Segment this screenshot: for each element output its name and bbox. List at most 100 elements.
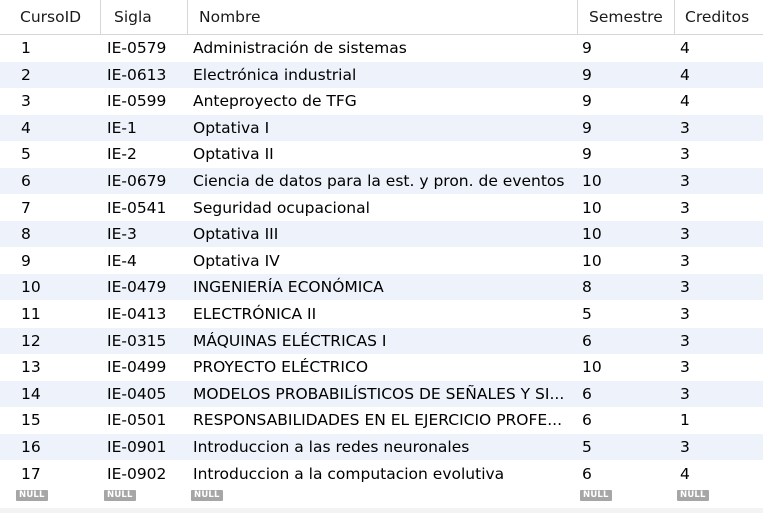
cell-cursoid[interactable]: 10 (21, 274, 41, 300)
cell-creditos[interactable]: 3 (680, 274, 690, 300)
table-row[interactable]: 12 IE-0315 MÁQUINAS ELÉCTRICAS I 6 3 (0, 327, 763, 354)
cell-cursoid[interactable]: 7 (21, 195, 31, 221)
cell-sigla[interactable]: IE-0901 (107, 434, 166, 460)
cell-semestre[interactable]: 8 (582, 274, 592, 300)
table-row[interactable]: 11 IE-0413 ELECTRÓNICA II 5 3 (0, 301, 763, 327)
cell-sigla[interactable]: IE-0479 (107, 274, 166, 300)
cell-semestre[interactable]: 10 (582, 195, 602, 221)
cell-nombre[interactable]: Optativa I (193, 115, 269, 141)
cell-sigla[interactable]: IE-3 (107, 221, 137, 247)
cell-cursoid[interactable]: 15 (21, 407, 41, 433)
cell-nombre[interactable]: Optativa III (193, 221, 278, 247)
table-row[interactable]: 2 IE-0613 Electrónica industrial 9 4 (0, 61, 763, 88)
table-row[interactable]: 10 IE-0479 INGENIERÍA ECONÓMICA 8 3 (0, 274, 763, 301)
table-row[interactable]: 7 IE-0541 Seguridad ocupacional 10 3 (0, 195, 763, 221)
cell-nombre[interactable]: Optativa IV (193, 248, 280, 274)
cell-cursoid[interactable]: 11 (21, 301, 41, 327)
cell-cursoid[interactable]: 5 (21, 141, 31, 167)
cell-creditos[interactable]: 3 (680, 354, 690, 380)
new-row[interactable]: NULL NULL NULL NULL NULL (0, 482, 763, 508)
cell-sigla[interactable]: IE-1 (107, 115, 137, 141)
cell-nombre[interactable]: RESPONSABILIDADES EN EL EJERCICIO PROFE.… (193, 407, 562, 433)
cell-creditos[interactable]: 3 (680, 328, 690, 354)
cell-sigla[interactable]: IE-0315 (107, 328, 166, 354)
cell-semestre[interactable]: 6 (582, 328, 592, 354)
cell-sigla[interactable]: IE-0613 (107, 62, 166, 88)
cell-cursoid[interactable]: 13 (21, 354, 41, 380)
cell-sigla[interactable]: IE-4 (107, 248, 137, 274)
cell-sigla[interactable]: IE-0405 (107, 381, 166, 407)
table-row[interactable]: 13 IE-0499 PROYECTO ELÉCTRICO 10 3 (0, 354, 763, 380)
column-header-cursoid[interactable]: CursoID (0, 0, 101, 34)
column-header-nombre[interactable]: Nombre (188, 0, 578, 34)
table-row[interactable]: 4 IE-1 Optativa I 9 3 (0, 114, 763, 141)
cell-semestre[interactable]: 9 (582, 62, 592, 88)
cell-cursoid[interactable]: 8 (21, 221, 31, 247)
cell-semestre[interactable]: 6 (582, 407, 592, 433)
cell-semestre[interactable]: 5 (582, 434, 592, 460)
cell-semestre[interactable]: 10 (582, 354, 602, 380)
cell-cursoid[interactable]: 4 (21, 115, 31, 141)
cell-cursoid[interactable]: 14 (21, 381, 41, 407)
column-header-creditos[interactable]: Creditos (675, 0, 763, 34)
cell-nombre[interactable]: Seguridad ocupacional (193, 195, 370, 221)
cell-creditos[interactable]: 3 (680, 221, 690, 247)
column-header-semestre[interactable]: Semestre (578, 0, 675, 34)
table-row[interactable]: 16 IE-0901 Introduccion a las redes neuron… (0, 434, 763, 460)
cell-nombre[interactable]: MODELOS PROBABILÍSTICOS DE SEÑALES Y SI.… (193, 381, 564, 407)
cell-cursoid[interactable]: 2 (21, 62, 31, 88)
cell-nombre[interactable]: Optativa II (193, 141, 274, 167)
cell-semestre[interactable]: 10 (582, 221, 602, 247)
cell-creditos[interactable]: 3 (680, 141, 690, 167)
cell-sigla[interactable]: IE-0579 (107, 35, 166, 61)
cell-semestre[interactable]: 9 (582, 88, 592, 114)
cell-creditos[interactable]: 1 (680, 407, 690, 433)
table-row[interactable]: 15 IE-0501 RESPONSABILIDADES EN EL EJERCIC… (0, 407, 763, 433)
cell-semestre[interactable]: 9 (582, 35, 592, 61)
table-row[interactable]: 1 IE-0579 Administración de sistemas 9 4 (0, 35, 763, 61)
cell-cursoid[interactable]: 16 (21, 434, 41, 460)
cell-cursoid[interactable]: 3 (21, 88, 31, 114)
table-row[interactable]: 8 IE-3 Optativa III 10 3 (0, 221, 763, 248)
table-row[interactable]: 14 IE-0405 MODELOS PROBABILÍSTICOS DE SEÑA… (0, 380, 763, 407)
cell-nombre[interactable]: Administración de sistemas (193, 35, 407, 61)
cell-semestre[interactable]: 6 (582, 381, 592, 407)
cell-cursoid[interactable]: 6 (21, 168, 31, 194)
cell-semestre[interactable]: 10 (582, 168, 602, 194)
cell-sigla[interactable]: IE-0541 (107, 195, 166, 221)
table-row[interactable]: 5 IE-2 Optativa II 9 3 (0, 141, 763, 167)
cell-semestre[interactable]: 10 (582, 248, 602, 274)
cell-sigla[interactable]: IE-0499 (107, 354, 166, 380)
cell-creditos[interactable]: 3 (680, 301, 690, 327)
table-row[interactable]: 3 IE-0599 Anteproyecto de TFG 9 4 (0, 88, 763, 114)
cell-creditos[interactable]: 4 (680, 88, 690, 114)
cell-creditos[interactable]: 3 (680, 115, 690, 141)
cell-creditos[interactable]: 3 (680, 434, 690, 460)
cell-cursoid[interactable]: 9 (21, 248, 31, 274)
cell-semestre[interactable]: 9 (582, 141, 592, 167)
table-row[interactable]: 6 IE-0679 Ciencia de datos para la est. y … (0, 168, 763, 194)
cell-nombre[interactable]: Introduccion a las redes neuronales (193, 434, 469, 460)
cell-creditos[interactable]: 4 (680, 35, 690, 61)
cell-nombre[interactable]: INGENIERÍA ECONÓMICA (193, 274, 384, 300)
cell-nombre[interactable]: Electrónica industrial (193, 62, 356, 88)
cell-semestre[interactable]: 5 (582, 301, 592, 327)
cell-cursoid[interactable]: 12 (21, 328, 41, 354)
cell-creditos[interactable]: 3 (680, 248, 690, 274)
cell-nombre[interactable]: Anteproyecto de TFG (193, 88, 357, 114)
cell-nombre[interactable]: Ciencia de datos para la est. y pron. de… (193, 168, 565, 194)
column-header-sigla[interactable]: Sigla (101, 0, 188, 34)
cell-nombre[interactable]: MÁQUINAS ELÉCTRICAS I (193, 328, 386, 354)
cell-creditos[interactable]: 3 (680, 381, 690, 407)
cell-sigla[interactable]: IE-0501 (107, 407, 166, 433)
cell-nombre[interactable]: ELECTRÓNICA II (193, 301, 316, 327)
cell-creditos[interactable]: 4 (680, 62, 690, 88)
cell-nombre[interactable]: PROYECTO ELÉCTRICO (193, 354, 368, 380)
cell-semestre[interactable]: 9 (582, 115, 592, 141)
cell-creditos[interactable]: 3 (680, 195, 690, 221)
cell-cursoid[interactable]: 1 (21, 35, 31, 61)
table-row[interactable]: 9 IE-4 Optativa IV 10 3 (0, 248, 763, 274)
cell-sigla[interactable]: IE-0599 (107, 88, 166, 114)
cell-creditos[interactable]: 3 (680, 168, 690, 194)
cell-sigla[interactable]: IE-0413 (107, 301, 166, 327)
